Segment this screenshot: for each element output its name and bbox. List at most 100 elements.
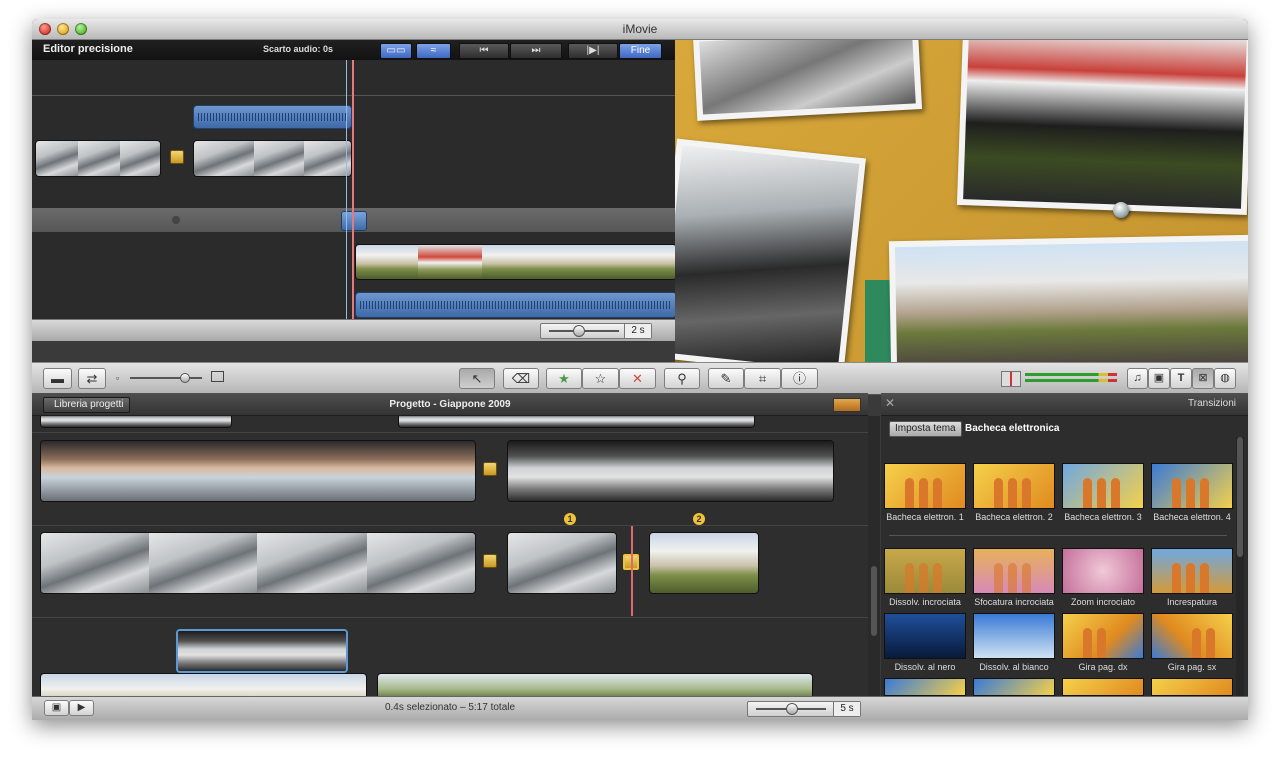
reject-icon: ✕ bbox=[632, 371, 643, 386]
outgoing-clip-right[interactable] bbox=[193, 140, 352, 177]
transition-label: Increspatura bbox=[1166, 597, 1218, 607]
thumbnail-small-icon: ▫ bbox=[116, 373, 120, 383]
transition-duration-handle[interactable] bbox=[341, 211, 367, 231]
transition-tile[interactable] bbox=[1151, 548, 1233, 594]
transition-tile[interactable] bbox=[884, 678, 966, 696]
viewer[interactable] bbox=[675, 40, 1248, 362]
project-clip[interactable] bbox=[40, 440, 476, 502]
transition-label: Zoom incrociato bbox=[1070, 597, 1136, 607]
thumbnail-large-icon bbox=[211, 371, 224, 382]
transition-tile[interactable] bbox=[884, 548, 966, 594]
project-clip[interactable] bbox=[40, 673, 367, 696]
previous-edit-button[interactable]: ⏮ bbox=[459, 43, 509, 59]
transition-tile[interactable] bbox=[1062, 463, 1144, 509]
keyword-tool-button[interactable]: ⚲ bbox=[664, 368, 700, 389]
transition-tile[interactable] bbox=[973, 548, 1055, 594]
precision-timeline[interactable] bbox=[32, 60, 677, 340]
incoming-clip[interactable] bbox=[355, 244, 677, 280]
crop-button[interactable]: ⌗ bbox=[744, 368, 781, 389]
music-browser-button[interactable]: ♫ bbox=[1127, 368, 1148, 389]
precision-zoom-value: 2 s bbox=[624, 324, 651, 338]
done-button[interactable]: Fine bbox=[619, 43, 662, 59]
photo-browser-button[interactable]: ▣ bbox=[1148, 368, 1170, 389]
transition-tile[interactable] bbox=[884, 613, 966, 659]
transition-tile[interactable] bbox=[1151, 613, 1233, 659]
thumbnail-size-slider[interactable] bbox=[130, 377, 202, 379]
title-bar: iMovie bbox=[32, 19, 1248, 40]
title-browser-button[interactable]: T bbox=[1170, 368, 1192, 389]
play-edit-button[interactable]: |▶| bbox=[568, 43, 618, 59]
transition-tile[interactable] bbox=[973, 463, 1055, 509]
precision-zoom-slider[interactable]: 2 s bbox=[540, 323, 652, 339]
transition-icon[interactable] bbox=[170, 150, 184, 164]
project-zoom-value: 5 s bbox=[833, 702, 860, 716]
project-clip[interactable] bbox=[377, 673, 813, 696]
reject-button[interactable]: ✕ bbox=[619, 368, 656, 389]
favorite-button[interactable]: ★ bbox=[546, 368, 582, 389]
window-title: iMovie bbox=[622, 22, 658, 36]
marker-2[interactable]: 2 bbox=[693, 513, 705, 525]
show-clips-button[interactable]: ▭▭ bbox=[380, 43, 412, 59]
cutaway-clip[interactable] bbox=[176, 629, 348, 673]
transition-icon[interactable] bbox=[483, 554, 497, 568]
precision-editor-header: Editor precisione Scarto audio: 0s ▭▭ ≈ … bbox=[32, 40, 675, 60]
project-clip[interactable] bbox=[40, 532, 476, 594]
thumbnail-size-knob[interactable] bbox=[180, 373, 190, 383]
project-timeline[interactable]: 1 2 bbox=[32, 416, 868, 696]
project-clip[interactable] bbox=[40, 416, 232, 428]
precision-playhead[interactable] bbox=[352, 60, 354, 340]
project-clip[interactable] bbox=[649, 532, 759, 594]
close-panel-icon[interactable]: ✕ bbox=[885, 396, 895, 410]
row-divider bbox=[32, 617, 868, 618]
project-zoom-slider[interactable]: 5 s bbox=[747, 701, 861, 717]
project-scrollbar[interactable] bbox=[868, 416, 880, 696]
transition-tile[interactable] bbox=[973, 613, 1055, 659]
project-clip[interactable] bbox=[507, 440, 834, 502]
transition-tile[interactable] bbox=[1151, 463, 1233, 509]
band-handle[interactable] bbox=[172, 216, 180, 224]
show-audio-button[interactable]: ≈ bbox=[416, 43, 451, 59]
info-button[interactable]: ⓘ bbox=[781, 368, 818, 389]
outgoing-clip-left[interactable] bbox=[35, 140, 161, 177]
transition-browser-button[interactable]: ⊠ bbox=[1192, 368, 1214, 389]
swap-button[interactable]: ⇄ bbox=[78, 368, 106, 389]
favorite-icon: ★ bbox=[558, 371, 570, 386]
map-browser-button[interactable]: ◍ bbox=[1214, 368, 1236, 389]
transition-label: Bacheca elettron. 4 bbox=[1153, 512, 1231, 522]
import-camera-button[interactable]: ▬ bbox=[43, 368, 72, 389]
row-divider bbox=[32, 525, 868, 526]
project-clip[interactable] bbox=[507, 532, 617, 594]
audio-skimming-button[interactable] bbox=[1001, 371, 1021, 387]
transition-tile[interactable] bbox=[1151, 678, 1233, 696]
transition-tile[interactable] bbox=[973, 678, 1055, 696]
project-clip[interactable] bbox=[398, 416, 755, 428]
theme-badge[interactable] bbox=[833, 398, 861, 412]
keyword-button[interactable]: ⌫ bbox=[503, 368, 539, 389]
transition-tile[interactable] bbox=[1062, 548, 1144, 594]
transition-tile[interactable] bbox=[1062, 613, 1144, 659]
outgoing-audio-clip[interactable] bbox=[193, 105, 352, 129]
transition-icon[interactable] bbox=[483, 462, 497, 476]
previous-icon: ⏮ bbox=[479, 45, 489, 56]
transitions-header: ✕ Transizioni bbox=[881, 393, 1248, 416]
transition-label: Bacheca elettron. 1 bbox=[886, 512, 964, 522]
transition-tile[interactable] bbox=[1062, 678, 1144, 696]
incoming-audio-clip[interactable] bbox=[355, 292, 677, 318]
project-playhead[interactable] bbox=[631, 526, 633, 616]
transition-label: Gira pag. sx bbox=[1167, 662, 1217, 672]
transitions-scrollbar[interactable] bbox=[1236, 437, 1244, 697]
board-photo-houses bbox=[888, 234, 1248, 362]
transition-tile[interactable] bbox=[884, 463, 966, 509]
next-edit-button[interactable]: ⏭ bbox=[510, 43, 562, 59]
selection-status: 0.4s selezionato – 5:17 totale bbox=[384, 702, 516, 713]
camera-icon: ▬ bbox=[51, 371, 64, 386]
arrow-tool-button[interactable]: ↖ bbox=[459, 368, 495, 389]
audio-level-meter bbox=[1025, 372, 1117, 384]
marker-1[interactable]: 1 bbox=[564, 513, 576, 525]
set-theme-button[interactable]: Imposta tema bbox=[889, 421, 962, 437]
unmark-button[interactable]: ☆ bbox=[582, 368, 619, 389]
microphone-icon: ✎ bbox=[720, 371, 732, 386]
voiceover-button[interactable]: ✎ bbox=[708, 368, 744, 389]
keyword-icon: ⌫ bbox=[511, 371, 531, 386]
main-toolbar: ▬ ⇄ ▫ ↖ ⌫ ★ ☆ ✕ ⚲ ✎ ⌗ ⓘ ♫ ▣ T ⊠ ◍ bbox=[32, 362, 1248, 395]
